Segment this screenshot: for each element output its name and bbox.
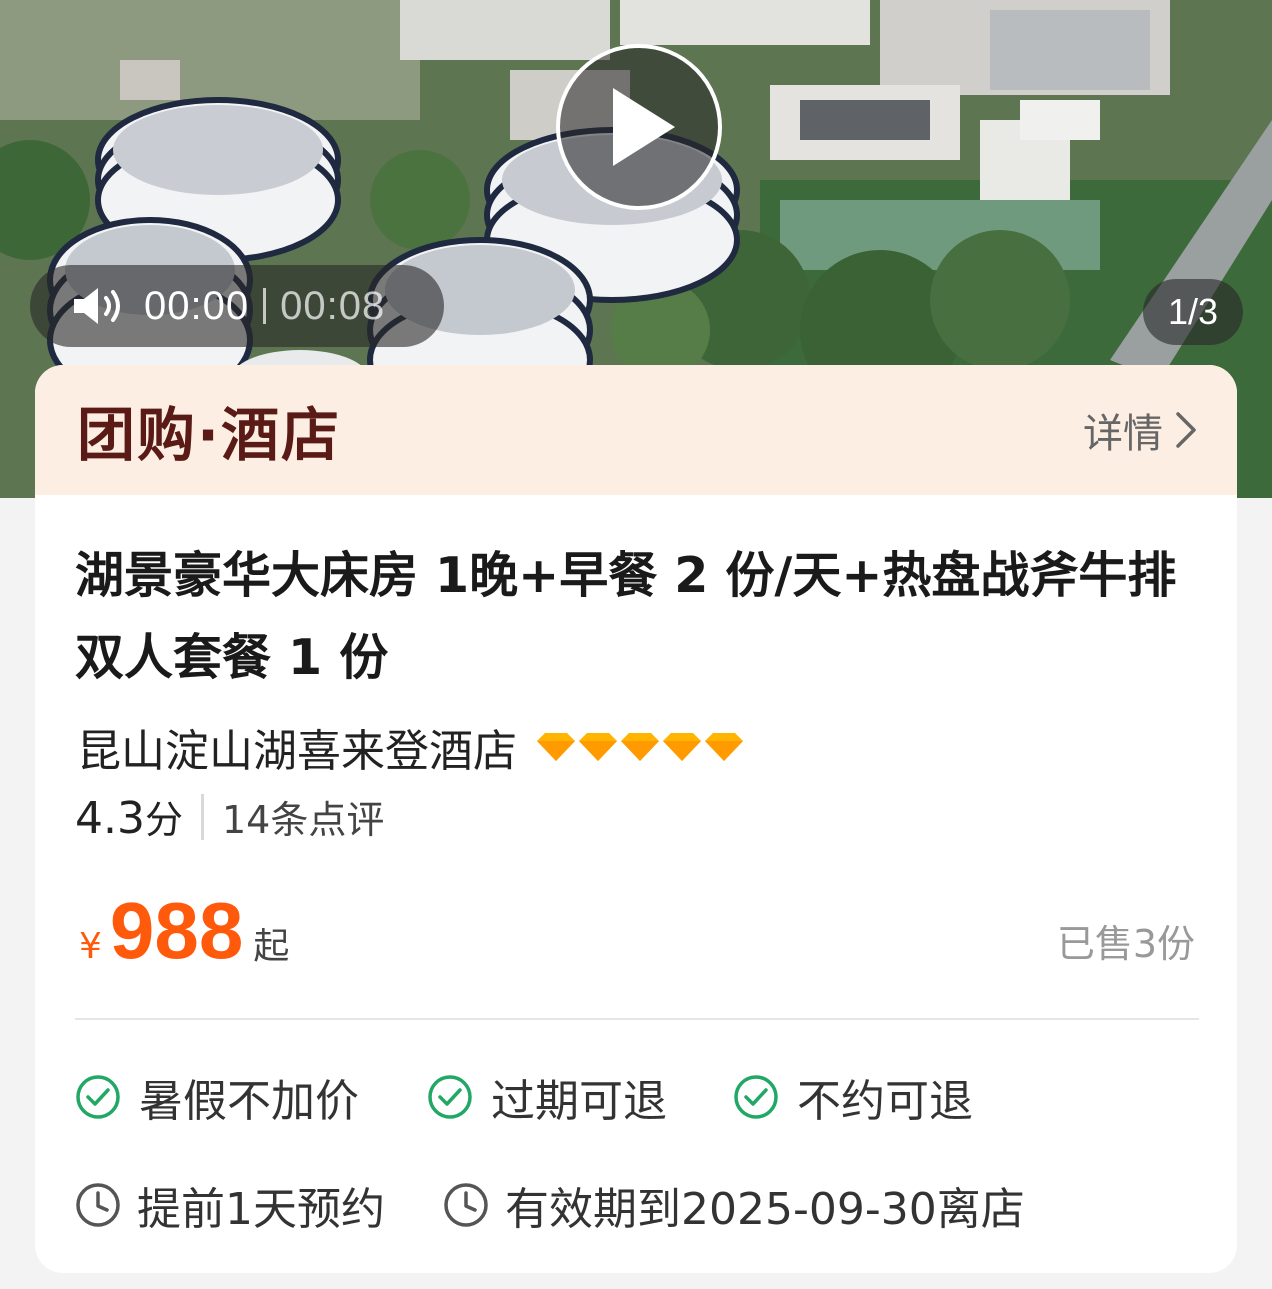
deal-title: 湖景豪华大床房 1晚+早餐 2 份/天+热盘战斧牛排双人套餐 1 份 — [75, 547, 1177, 686]
detail-label: 详情 — [1083, 411, 1163, 457]
feature-label: 暑假不加价 — [139, 1076, 359, 1127]
hotel-row: 昆山淀山湖喜来登酒店 — [77, 715, 743, 779]
feature-item: 暑假不加价 — [75, 1065, 427, 1129]
score-unit: 分 — [144, 798, 183, 842]
info-label: 提前1天预约 — [137, 1184, 385, 1235]
price: ¥ 988 起 — [79, 885, 289, 977]
diamond-icon — [663, 733, 701, 761]
play-icon — [613, 88, 675, 166]
divider — [75, 1018, 1199, 1020]
hotel-name[interactable]: 昆山淀山湖喜来登酒店 — [77, 715, 517, 779]
diamond-icon — [537, 733, 575, 761]
category-tag: 团购·酒店 — [77, 401, 342, 469]
diamond-icon — [705, 733, 743, 761]
price-amount: 988 — [109, 886, 244, 975]
diamond-rating — [537, 733, 743, 761]
diamond-icon — [621, 733, 659, 761]
check-circle-icon — [428, 1075, 472, 1119]
feature-item: 不约可退 — [733, 1065, 973, 1129]
detail-link[interactable]: 详情 — [1083, 401, 1197, 459]
info-label: 有效期到2025-09-30离店 — [505, 1184, 1025, 1235]
booking-info: 提前1天预约 有效期到2025-09-30离店 — [75, 1173, 1025, 1237]
video-controls: 00:00 00:08 — [30, 265, 444, 347]
clock-icon — [76, 1183, 120, 1227]
time-separator — [263, 288, 267, 324]
currency-symbol: ¥ — [79, 926, 102, 967]
chevron-right-icon — [1176, 412, 1196, 448]
price-suffix: 起 — [253, 926, 290, 967]
video-duration: 00:08 — [280, 283, 386, 328]
play-button[interactable] — [556, 44, 722, 210]
current-time: 00:00 — [144, 283, 250, 328]
info-item: 有效期到2025-09-30离店 — [443, 1173, 1025, 1237]
deal-card: 团购·酒店 详情 湖景豪华大床房 1晚+早餐 2 份/天+热盘战斧牛排双人套餐 … — [35, 365, 1237, 1273]
check-circle-icon — [76, 1075, 120, 1119]
check-circle-icon — [734, 1075, 778, 1119]
rating-divider — [201, 793, 204, 840]
diamond-icon — [579, 733, 617, 761]
rating-row: 4.3分 14条点评 — [75, 789, 384, 844]
sold-count: 已售3份 — [1056, 922, 1195, 966]
media-page-indicator: 1/3 — [1143, 279, 1243, 345]
score-value: 4.3 — [75, 793, 145, 844]
volume-icon[interactable] — [70, 286, 126, 326]
hotel-score: 4.3分 — [75, 789, 183, 844]
feature-label: 过期可退 — [491, 1076, 667, 1127]
feature-label: 不约可退 — [797, 1076, 973, 1127]
feature-list: 暑假不加价 过期可退 不约可退 — [75, 1065, 973, 1129]
card-header: 团购·酒店 详情 — [35, 365, 1237, 495]
clock-icon — [444, 1183, 488, 1227]
info-item: 提前1天预约 — [75, 1173, 443, 1237]
review-count-link[interactable]: 14条点评 — [222, 789, 384, 844]
feature-item: 过期可退 — [427, 1065, 733, 1129]
